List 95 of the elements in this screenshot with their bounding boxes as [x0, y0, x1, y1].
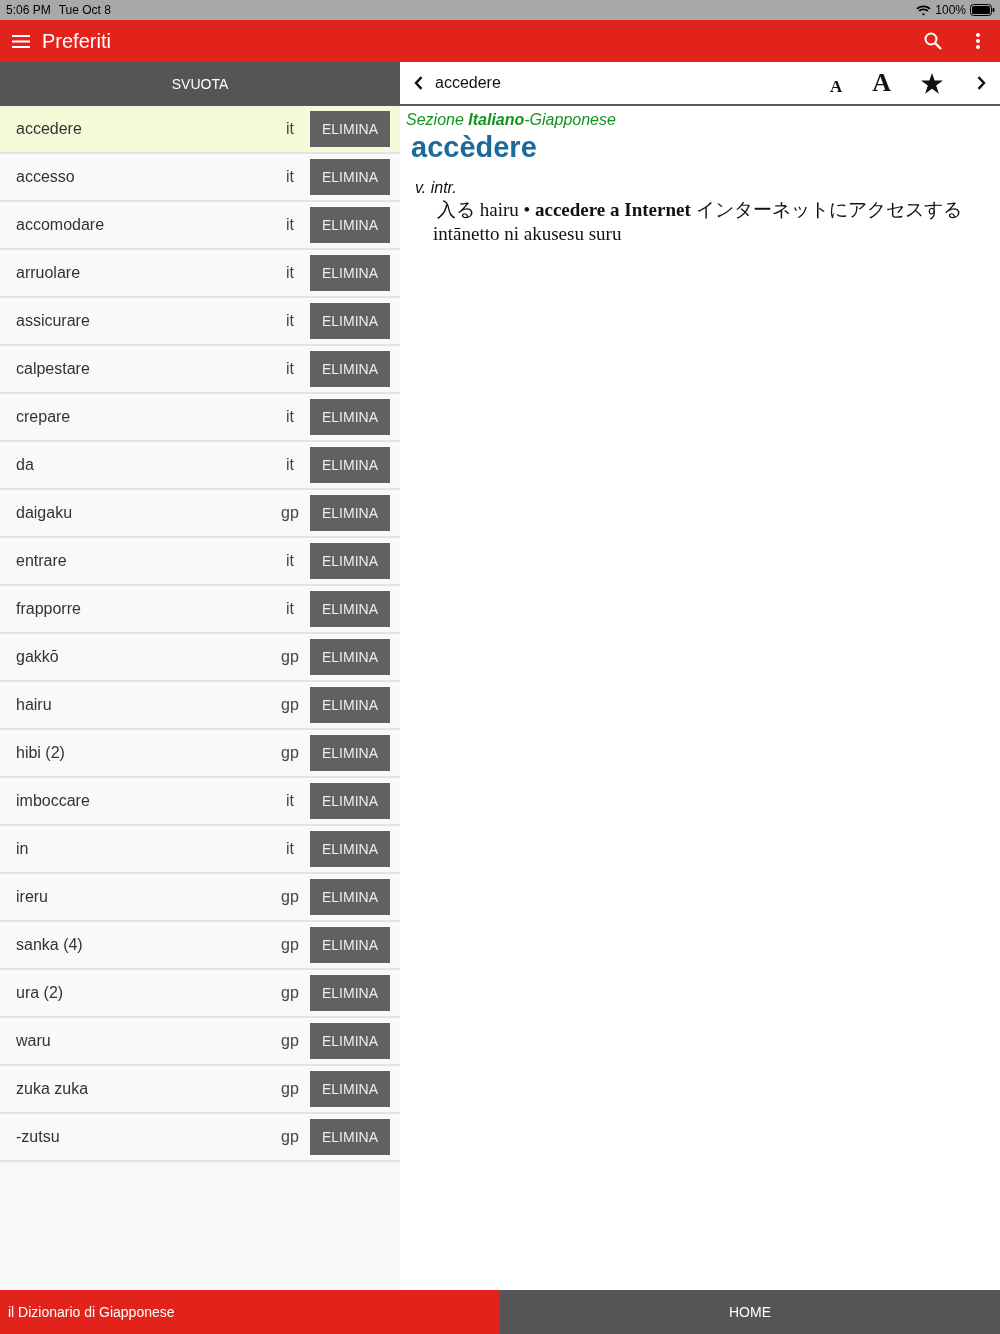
app-name-label: il Dizionario di Giapponese — [0, 1290, 500, 1334]
favorite-word: -zutsu — [16, 1127, 61, 1147]
delete-button[interactable]: ELIMINA — [310, 207, 390, 243]
favorite-word: da — [16, 455, 35, 475]
entry-search-term: accedere — [435, 73, 502, 93]
grammar-label: v. intr. — [415, 178, 458, 198]
menu-icon — [12, 34, 30, 48]
language-code: gp — [280, 983, 300, 1003]
language-code: gp — [280, 647, 300, 667]
favorite-row[interactable]: accedere it ELIMINA — [0, 106, 400, 154]
favorite-word: in — [16, 839, 30, 859]
battery-percentage: 100% — [935, 2, 966, 19]
delete-button[interactable]: ELIMINA — [310, 879, 390, 915]
language-code: it — [285, 359, 295, 379]
language-code: gp — [280, 743, 300, 763]
delete-button[interactable]: ELIMINA — [310, 447, 390, 483]
search-button[interactable] — [924, 32, 942, 50]
dictionary-section-label: Sezione Italiano-Giapponese — [406, 110, 617, 130]
favorite-button[interactable] — [921, 72, 943, 94]
language-code: it — [285, 119, 295, 139]
delete-button[interactable]: ELIMINA — [310, 159, 390, 195]
delete-button[interactable]: ELIMINA — [310, 591, 390, 627]
language-code: it — [285, 167, 295, 187]
language-code: gp — [280, 935, 300, 955]
delete-button[interactable]: ELIMINA — [310, 543, 390, 579]
favorite-word: waru — [16, 1031, 52, 1051]
delete-button[interactable]: ELIMINA — [310, 1023, 390, 1059]
favorite-word: daigaku — [16, 503, 74, 523]
favorite-word: hairu — [16, 695, 53, 715]
favorite-word: ura (2) — [16, 983, 65, 1003]
battery-icon — [970, 4, 995, 16]
delete-button[interactable]: ELIMINA — [310, 303, 390, 339]
favorite-word: calpestare — [16, 359, 91, 379]
language-code: gp — [280, 503, 300, 523]
favorite-word: accedere — [16, 119, 83, 139]
language-code: gp — [280, 1079, 300, 1099]
definition-text: 入る hairu • accedere a Internet インターネットにアクセスする intānetto ni akusesu suru — [433, 198, 963, 246]
delete-button[interactable]: ELIMINA — [310, 1071, 390, 1107]
language-code: it — [285, 263, 295, 283]
language-code: it — [285, 311, 295, 331]
favorite-word: frapporre — [16, 599, 82, 619]
language-code: it — [285, 455, 295, 475]
delete-button[interactable]: ELIMINA — [310, 735, 390, 771]
app-bar-title: Preferiti — [42, 29, 111, 54]
more-options-icon — [976, 33, 980, 49]
favorite-word: accomodare — [16, 215, 106, 235]
favorite-word: accesso — [16, 167, 76, 187]
language-code: gp — [280, 1127, 300, 1147]
star-icon — [921, 72, 943, 94]
next-chevron-icon — [977, 76, 986, 90]
favorite-word: imboccare — [16, 791, 91, 811]
delete-button[interactable]: ELIMINA — [310, 783, 390, 819]
language-code: it — [285, 215, 295, 235]
menu-button[interactable] — [12, 34, 30, 48]
language-code: it — [285, 407, 295, 427]
headword: accèdere — [411, 130, 538, 164]
delete-button[interactable]: ELIMINA — [310, 831, 390, 867]
delete-button[interactable]: ELIMINA — [310, 687, 390, 723]
language-code: gp — [280, 695, 300, 715]
next-button[interactable] — [977, 76, 986, 90]
delete-button[interactable]: ELIMINA — [310, 639, 390, 675]
home-button[interactable]: HOME — [500, 1290, 1000, 1334]
back-chevron-icon — [414, 76, 423, 90]
language-code: it — [285, 599, 295, 619]
delete-button[interactable]: ELIMINA — [310, 255, 390, 291]
wifi-icon — [916, 4, 932, 16]
language-code: it — [285, 839, 295, 859]
clear-all-button[interactable]: SVUOTA — [0, 62, 400, 106]
search-icon — [924, 32, 942, 50]
favorite-word: gakkō — [16, 647, 60, 667]
delete-button[interactable]: ELIMINA — [310, 927, 390, 963]
delete-button[interactable]: ELIMINA — [310, 495, 390, 531]
language-code: gp — [280, 887, 300, 907]
favorite-word: zuka zuka — [16, 1079, 90, 1099]
status-time: 5:06 PM — [6, 2, 51, 19]
delete-button[interactable]: ELIMINA — [310, 351, 390, 387]
language-code: it — [285, 791, 295, 811]
more-options-button[interactable] — [976, 33, 980, 49]
favorite-word: assicurare — [16, 311, 91, 331]
favorite-word: crepare — [16, 407, 72, 427]
increase-font-button[interactable]: A — [872, 70, 891, 96]
favorite-word: hibi (2) — [16, 743, 66, 763]
language-code: gp — [280, 1031, 300, 1051]
favorite-word: entrare — [16, 551, 68, 571]
language-code: it — [285, 551, 295, 571]
status-date: Tue Oct 8 — [58, 2, 111, 19]
decrease-font-button[interactable]: A — [829, 77, 843, 95]
back-button[interactable] — [414, 76, 423, 90]
delete-button[interactable]: ELIMINA — [310, 399, 390, 435]
favorite-word: sanka (4) — [16, 935, 84, 955]
delete-button[interactable]: ELIMINA — [310, 1119, 390, 1155]
delete-button[interactable]: ELIMINA — [310, 111, 390, 147]
favorite-word: arruolare — [16, 263, 82, 283]
favorite-word: ireru — [16, 887, 49, 907]
delete-button[interactable]: ELIMINA — [310, 975, 390, 1011]
